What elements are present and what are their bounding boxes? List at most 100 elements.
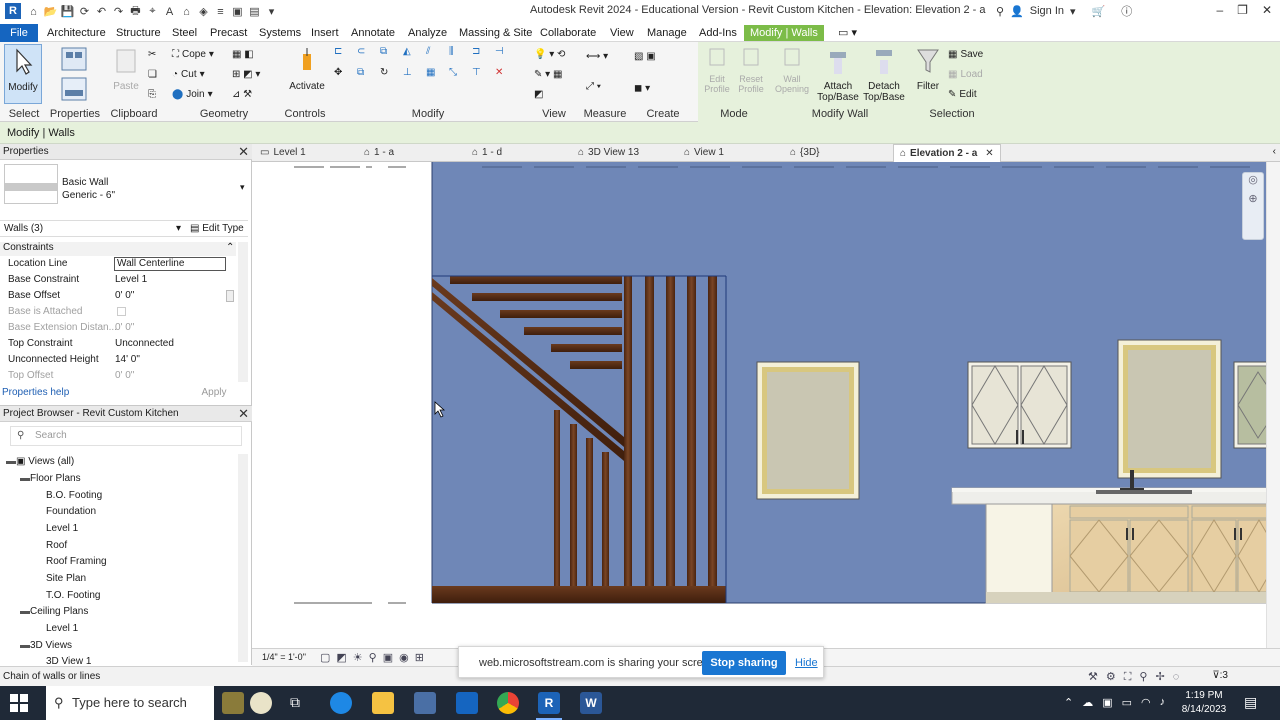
tab-architecture[interactable]: Architecture: [47, 25, 106, 41]
edit-profile-button[interactable]: Edit Profile: [700, 44, 734, 104]
tab-steel[interactable]: Steel: [172, 25, 197, 41]
tree-item[interactable]: Roof Framing: [46, 554, 107, 570]
override-icon[interactable]: 💡 ▾ ⟲: [534, 46, 565, 62]
minecraft-icon[interactable]: [222, 692, 244, 714]
teams-icon[interactable]: ▣: [1102, 696, 1112, 709]
create-assembly-icon[interactable]: ▧ ▣: [634, 48, 656, 64]
switch-windows-icon[interactable]: ▤: [247, 4, 262, 19]
collapse-icon[interactable]: ⌃: [226, 242, 234, 253]
split-icon[interactable]: ⫽: [426, 46, 442, 62]
3d-view-icon[interactable]: ⌂: [179, 4, 194, 19]
section-icon[interactable]: ◈: [196, 4, 211, 19]
tree-item[interactable]: Site Plan: [46, 571, 86, 587]
geometry-tools-3[interactable]: ⊿ ⚒: [232, 86, 252, 102]
wall-opening-button[interactable]: Wall Opening: [772, 44, 812, 104]
wifi-icon[interactable]: ◠: [1141, 696, 1151, 709]
type-properties-icon[interactable]: [60, 46, 88, 72]
tab-systems[interactable]: Systems: [259, 25, 301, 41]
customize-icon[interactable]: ▾: [264, 4, 279, 19]
sync-icon[interactable]: ⟳: [77, 4, 92, 19]
selection-options-icons[interactable]: ⚒⚙⛶⚲✢◌: [1088, 670, 1187, 684]
split-gap-icon[interactable]: ⫼: [449, 46, 465, 62]
drawing-area[interactable]: ◎ ⊕: [252, 162, 1280, 648]
tree-item[interactable]: Level 1: [46, 521, 78, 537]
tab-insert[interactable]: Insert: [311, 25, 339, 41]
wall-window-2[interactable]: [1117, 339, 1222, 479]
properties-scrollbar[interactable]: [238, 242, 248, 382]
tree-item[interactable]: 3D View 1: [46, 654, 91, 666]
help-icon[interactable]: ⓘ: [1121, 3, 1132, 19]
save-icon[interactable]: 💾: [60, 4, 75, 19]
select-panel-title[interactable]: Select: [0, 108, 48, 120]
activate-button[interactable]: Activate: [285, 44, 329, 104]
steering-wheel-icon[interactable]: ◎: [1243, 173, 1263, 186]
thin-lines-icon[interactable]: ≡: [213, 4, 228, 19]
scale-icon[interactable]: ⤡: [449, 67, 465, 83]
zoom-icon[interactable]: ⊕: [1243, 192, 1263, 205]
measure-between-icon[interactable]: ⟷ ▾: [586, 48, 608, 64]
apply-button[interactable]: Apply: [186, 385, 242, 401]
tree-item[interactable]: Foundation: [46, 504, 96, 520]
edge-icon[interactable]: [330, 692, 352, 714]
cope-button[interactable]: ⛶ Cope ▾: [172, 46, 214, 62]
selection-filter[interactable]: ⊽:3: [1212, 670, 1228, 681]
hide-icon[interactable]: ◩: [534, 86, 543, 102]
prop-top-constraint[interactable]: Top Constraint Unconnected: [0, 336, 236, 352]
notifications-icon[interactable]: ▤: [1244, 694, 1257, 711]
navigation-bar[interactable]: ◎ ⊕: [1242, 172, 1264, 240]
chevron-down-icon[interactable]: ▾: [1070, 5, 1076, 18]
view-tab[interactable]: ⌂ 3D View 13: [578, 144, 639, 162]
trim-extend-icon[interactable]: ⊥: [403, 67, 419, 83]
cut-small-icon[interactable]: ✂: [148, 46, 156, 62]
task-view-icon[interactable]: ⧉: [290, 694, 300, 711]
upper-cabinet[interactable]: [967, 361, 1072, 449]
word-icon[interactable]: W: [580, 692, 602, 714]
view-tab-active[interactable]: ⌂ Elevation 2 - a ✕: [893, 144, 1001, 162]
tab-collaborate[interactable]: Collaborate: [540, 25, 596, 41]
cut-button[interactable]: ◔ Cut ▾: [172, 66, 205, 82]
edit-type-button[interactable]: ▤ Edit Type: [190, 221, 244, 236]
view-control-icons[interactable]: ▢◩☀⚲▣◉⊞: [320, 651, 430, 664]
close-hidden-icon[interactable]: ▣: [230, 4, 245, 19]
edit-selection-button[interactable]: ✎ Edit: [948, 86, 977, 102]
minimize-icon[interactable]: –: [1216, 3, 1223, 17]
tab-scroll-icon[interactable]: ‹: [1273, 146, 1276, 157]
field-scroll[interactable]: [226, 290, 234, 302]
battery-icon[interactable]: ▭: [1122, 696, 1132, 709]
revit-taskbar-icon[interactable]: R: [538, 692, 560, 714]
tree-item[interactable]: Roof: [46, 538, 67, 554]
view-tab[interactable]: ⌂ 1 - d: [472, 144, 502, 162]
prop-base-constraint[interactable]: Base Constraint Level 1: [0, 272, 236, 288]
tab-file[interactable]: File: [0, 24, 38, 42]
align-icon[interactable]: ⊏: [334, 46, 350, 62]
attach-top-base-button[interactable]: Attach Top/Base: [816, 44, 860, 104]
trim-single-icon[interactable]: ⊣: [495, 46, 511, 62]
wall-window-1[interactable]: [756, 361, 860, 500]
close-icon[interactable]: ✕: [238, 144, 249, 159]
file-explorer-icon[interactable]: [372, 692, 394, 714]
binoculars-icon[interactable]: ⚲: [996, 5, 1004, 18]
instance-filter[interactable]: Walls (3) ▾ ▤ Edit Type: [0, 220, 248, 237]
windows-start-icon[interactable]: [10, 694, 28, 712]
close-icon[interactable]: ✕: [1262, 3, 1272, 17]
panel-toggle-icon[interactable]: ▭ ▾: [838, 25, 857, 41]
taskbar-search-input[interactable]: ⚲ Type here to search: [46, 686, 214, 720]
tab-massing-site[interactable]: Massing & Site: [459, 25, 532, 41]
user-icon[interactable]: 👤: [1010, 5, 1024, 18]
undo-icon[interactable]: ↶: [94, 4, 109, 19]
linework-icon[interactable]: ✎ ▾ ▦: [534, 66, 562, 82]
close-icon[interactable]: ✕: [238, 406, 249, 421]
prop-base-offset[interactable]: Base Offset 0' 0": [0, 288, 236, 304]
chevron-down-icon[interactable]: ▾: [176, 221, 181, 236]
tab-modify-walls[interactable]: Modify | Walls: [744, 25, 824, 41]
constraints-section[interactable]: Constraints ⌃: [0, 242, 236, 256]
modify-button[interactable]: Modify: [4, 44, 42, 104]
pin-icon[interactable]: ⊤: [472, 67, 488, 83]
canvas-scrollbar[interactable]: [1266, 162, 1280, 648]
tree-3d-views[interactable]: ▬3D Views: [20, 638, 72, 654]
print-icon[interactable]: 🖶: [128, 4, 143, 19]
tree-floor-plans[interactable]: ▬Floor Plans: [20, 471, 81, 487]
collapse-icon[interactable]: ▬: [20, 471, 30, 487]
reset-profile-button[interactable]: Reset Profile: [734, 44, 768, 104]
tab-manage[interactable]: Manage: [647, 25, 687, 41]
